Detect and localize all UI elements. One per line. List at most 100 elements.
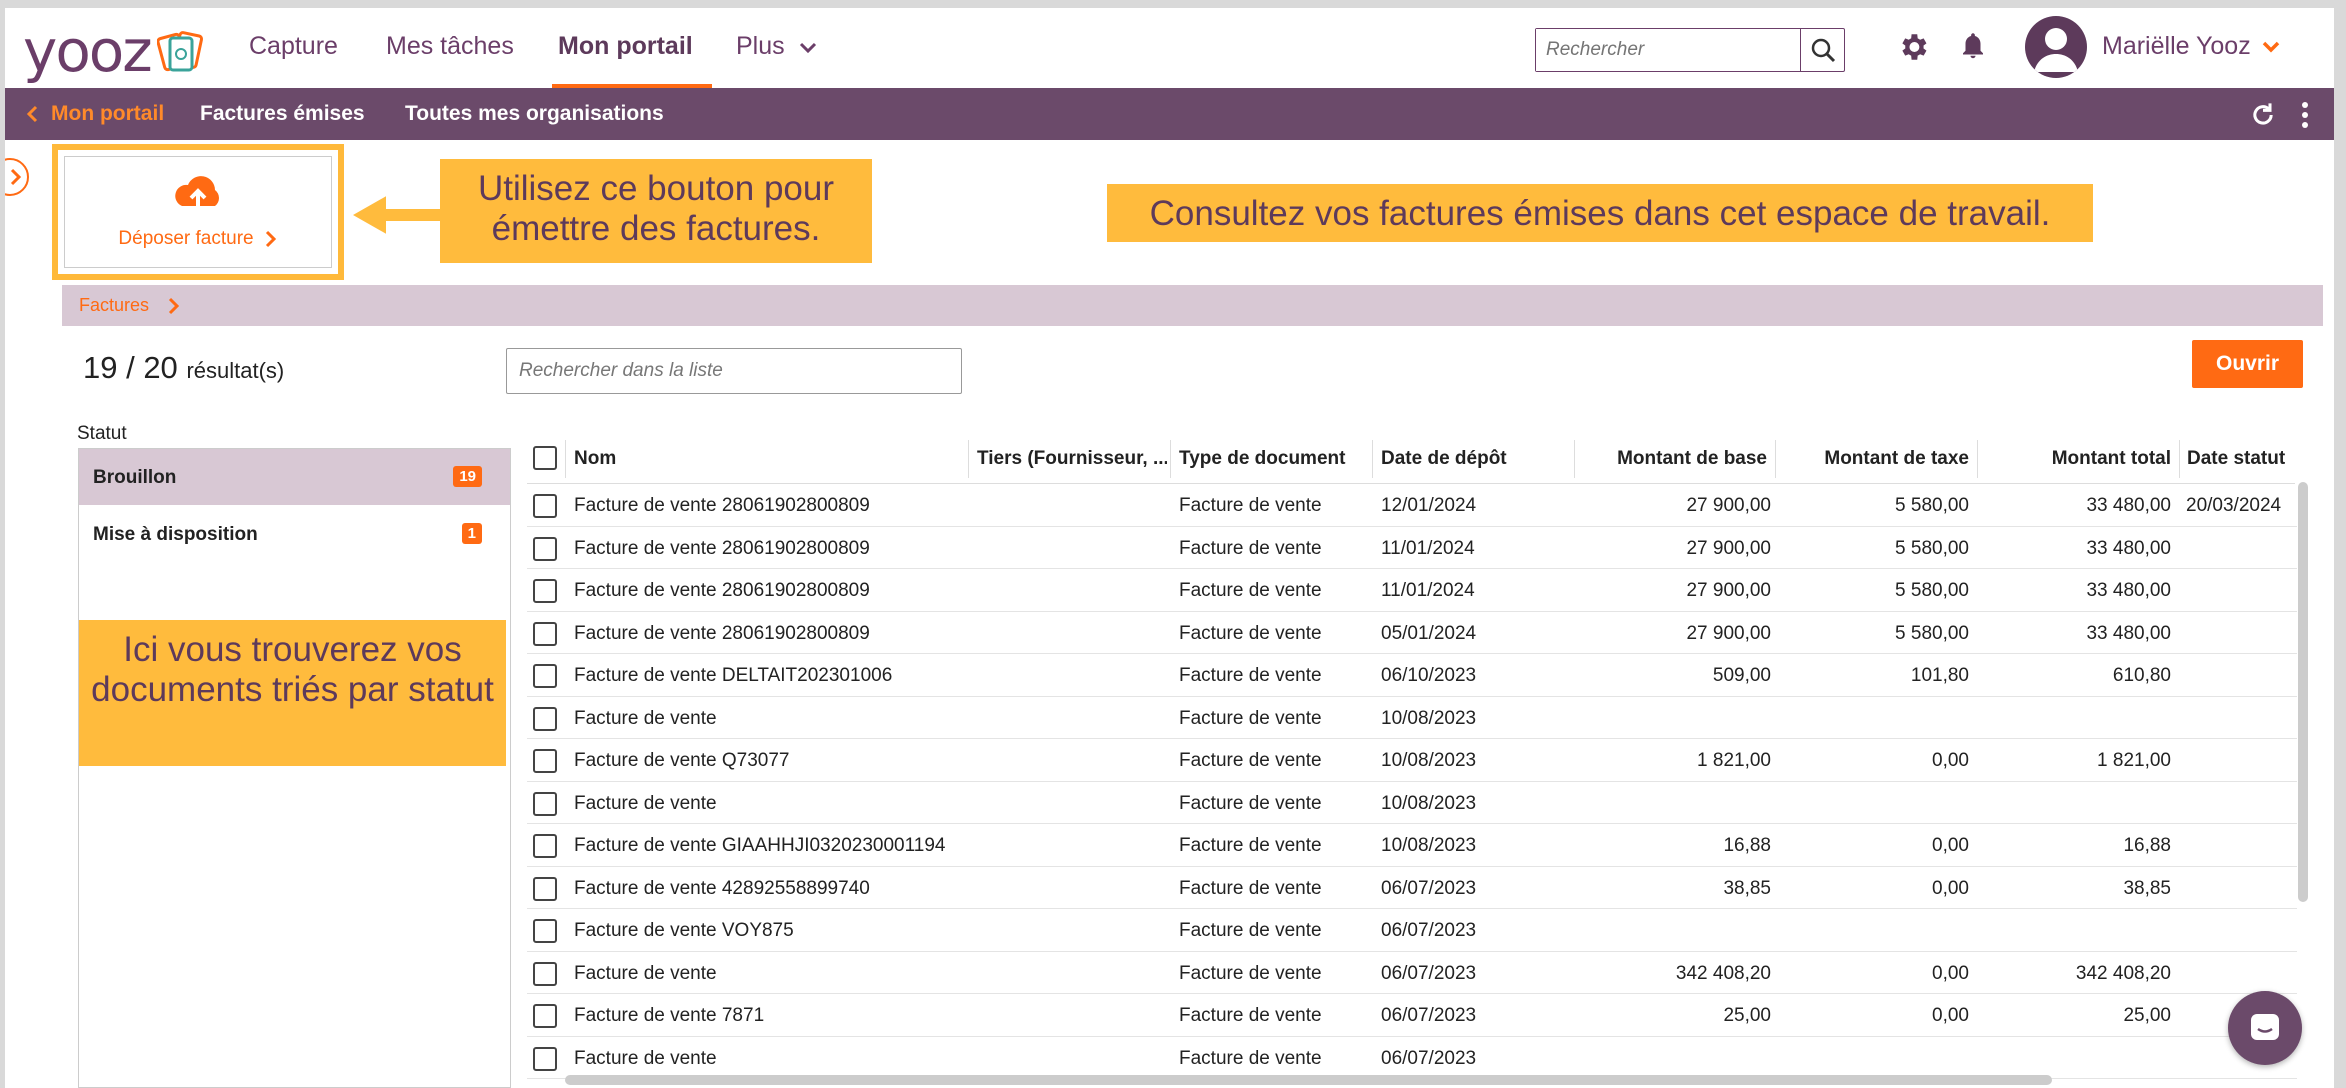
row-checkbox[interactable] — [533, 621, 557, 646]
cell-montant-base: 27 900,00 — [1686, 622, 1771, 644]
row-checkbox[interactable] — [533, 834, 557, 858]
cell-montant-base: 1 821,00 — [1697, 750, 1771, 771]
cell-date-depot: 06/10/2023 — [1381, 665, 1477, 686]
table-row[interactable]: Facture de vente Facture de vente 10/08/20… — [527, 697, 2297, 739]
col-tiers[interactable]: Tiers (Fournisseur, ... — [977, 448, 1167, 470]
app-window: yooz Capture Mes tâches Mon portail Plus — [5, 8, 2334, 1088]
nav-mes-taches[interactable]: Mes tâches — [386, 32, 514, 61]
table-row[interactable]: Facture de vente 28061902800809 Facture d… — [527, 527, 2297, 569]
global-search[interactable] — [1535, 28, 1845, 72]
col-date-statut[interactable]: Date statut — [2187, 448, 2292, 470]
cell-type: Facture de vente — [1179, 750, 1322, 771]
global-search-input[interactable] — [1536, 29, 1800, 71]
breadcrumb-factures[interactable]: Factures — [79, 295, 181, 316]
user-name: Mariëlle Yooz — [2102, 32, 2251, 60]
row-checkbox[interactable] — [533, 961, 557, 986]
cell-nom: Facture de vente GIAAHHJI0320230001194 — [574, 835, 946, 856]
status-count-badge: 19 — [453, 466, 482, 487]
breadcrumb: Factures — [62, 285, 2323, 326]
cell-montant-taxe: 5 580,00 — [1895, 537, 1969, 559]
table-row[interactable]: Facture de vente 28061902800809 Facture d… — [527, 569, 2297, 612]
cell-type: Facture de vente — [1179, 580, 1322, 601]
subnav-factures-emises[interactable]: Factures émises — [200, 102, 365, 126]
col-montant-base[interactable]: Montant de base — [1577, 448, 1767, 470]
status-mise-a-disposition[interactable]: Mise à disposition 1 — [79, 506, 510, 562]
horizontal-scrollbar[interactable] — [565, 1075, 2052, 1085]
row-checkbox[interactable] — [533, 1046, 557, 1071]
cell-date-depot: 06/07/2023 — [1381, 1047, 1477, 1069]
row-checkbox[interactable] — [533, 579, 557, 603]
table-row[interactable]: Facture de vente Q73077 Facture de vente 1… — [527, 739, 2297, 782]
sub-navigation: Mon portail Factures émises Toutes mes o… — [5, 88, 2334, 140]
user-menu[interactable]: Mariëlle Yooz — [2102, 32, 2281, 61]
chat-button[interactable] — [2228, 991, 2302, 1065]
cell-date-depot: 06/07/2023 — [1381, 877, 1477, 899]
cell-montant-total: 33 480,00 — [2086, 495, 2171, 516]
search-icon — [1811, 38, 1835, 63]
status-brouillon[interactable]: Brouillon 19 — [79, 449, 510, 505]
col-montant-total[interactable]: Montant total — [1979, 448, 2171, 470]
chevron-right-icon — [168, 297, 180, 314]
cell-type: Facture de vente — [1179, 707, 1322, 729]
deposit-invoice-button[interactable]: Déposer facture — [64, 156, 332, 268]
cell-montant-taxe: 5 580,00 — [1895, 580, 1969, 601]
row-checkbox[interactable] — [533, 749, 557, 773]
cell-montant-total: 33 480,00 — [2086, 622, 2171, 644]
gear-icon[interactable] — [1896, 30, 1930, 64]
vertical-scrollbar[interactable] — [2298, 482, 2308, 902]
col-montant-taxe[interactable]: Montant de taxe — [1777, 448, 1969, 470]
yooz-logo[interactable]: yooz — [23, 22, 205, 80]
row-checkbox[interactable] — [533, 919, 557, 943]
row-checkbox[interactable] — [533, 876, 557, 901]
back-to-portail[interactable]: Mon portail — [25, 102, 164, 126]
table-row[interactable]: Facture de vente Facture de vente 10/08/20… — [527, 782, 2297, 824]
cell-date-depot: 10/08/2023 — [1381, 792, 1477, 814]
nav-plus[interactable]: Plus — [736, 32, 819, 61]
table-row[interactable]: Facture de vente 7871 Facture de vente 06/… — [527, 994, 2297, 1037]
chevron-down-icon — [799, 42, 816, 53]
refresh-icon[interactable] — [2249, 101, 2277, 129]
nav-capture[interactable]: Capture — [249, 32, 338, 61]
nav-mon-portail[interactable]: Mon portail — [558, 32, 693, 61]
col-type[interactable]: Type de document — [1179, 448, 1369, 470]
search-button[interactable] — [1800, 29, 1844, 71]
select-all-checkbox[interactable] — [533, 446, 557, 470]
row-checkbox[interactable] — [533, 791, 557, 816]
row-checkbox[interactable] — [533, 536, 557, 561]
cell-nom: Facture de vente — [574, 962, 717, 984]
bell-icon[interactable] — [1958, 30, 1988, 64]
row-checkbox[interactable] — [533, 1004, 557, 1028]
cell-nom: Facture de vente 28061902800809 — [574, 580, 870, 601]
breadcrumb-label: Factures — [79, 295, 150, 315]
row-checkbox[interactable] — [533, 706, 557, 731]
subnav-toutes-organisations[interactable]: Toutes mes organisations — [405, 102, 664, 126]
table-row[interactable]: Facture de vente 42892558899740 Facture d… — [527, 867, 2297, 909]
top-navigation: yooz Capture Mes tâches Mon portail Plus — [5, 8, 2334, 89]
cell-montant-taxe: 0,00 — [1932, 1005, 1969, 1026]
row-checkbox[interactable] — [533, 494, 557, 518]
avatar[interactable] — [2025, 16, 2087, 78]
cell-type: Facture de vente — [1179, 1047, 1322, 1069]
table-row[interactable]: Facture de vente VOY875 Facture de vente 0… — [527, 909, 2297, 952]
results-count: 19 / 20 résultat(s) — [83, 350, 284, 386]
table-row[interactable]: Facture de vente Facture de vente 06/07/20… — [527, 952, 2297, 994]
cell-montant-total: 33 480,00 — [2086, 580, 2171, 601]
col-date-depot[interactable]: Date de dépôt — [1381, 448, 1571, 470]
row-checkbox[interactable] — [533, 664, 557, 688]
table-row[interactable]: Facture de vente GIAAHHJI0320230001194 Fa… — [527, 824, 2297, 867]
list-search-input[interactable]: Rechercher dans la liste — [506, 348, 962, 394]
table-row[interactable]: Facture de vente Facture de vente 06/07/20… — [527, 1037, 2297, 1079]
chevron-down-icon — [2262, 41, 2279, 52]
deposit-label-row: Déposer facture — [118, 228, 277, 250]
table-row[interactable]: Facture de vente 28061902800809 Facture d… — [527, 484, 2297, 527]
open-button[interactable]: Ouvrir — [2192, 340, 2303, 388]
cell-type: Facture de vente — [1179, 962, 1322, 984]
cell-date-depot: 10/08/2023 — [1381, 707, 1477, 729]
sidebar-expand-button[interactable] — [5, 158, 29, 196]
cell-date-depot: 06/07/2023 — [1381, 920, 1477, 941]
more-vertical-icon[interactable] — [2301, 101, 2309, 129]
cell-nom: Facture de vente 7871 — [574, 1005, 765, 1026]
col-nom[interactable]: Nom — [574, 448, 774, 470]
table-row[interactable]: Facture de vente 28061902800809 Facture d… — [527, 612, 2297, 654]
table-row[interactable]: Facture de vente DELTAIT202301006 Facture… — [527, 654, 2297, 697]
